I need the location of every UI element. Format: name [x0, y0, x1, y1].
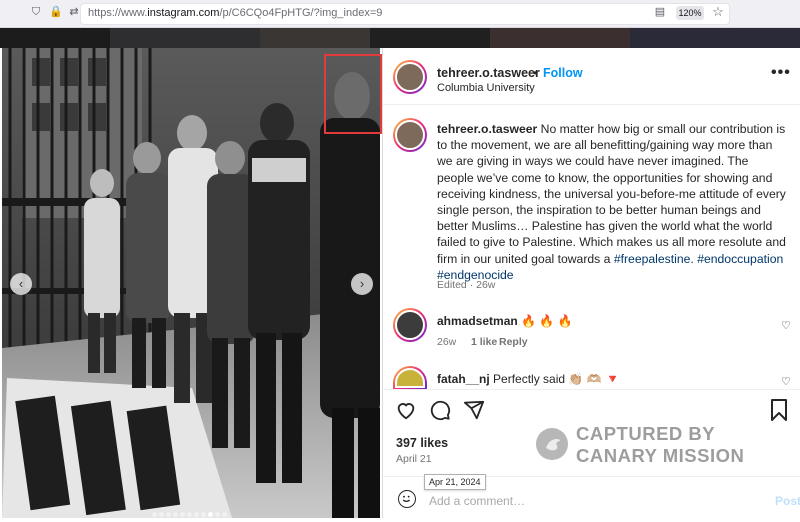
carousel-dot	[215, 512, 220, 517]
carousel-dot	[173, 512, 178, 517]
watermark-line-2: CANARY MISSION	[576, 445, 745, 466]
comment: ahmadsetman 🔥 🔥 🔥	[437, 314, 573, 328]
zoom-level[interactable]: 120%	[676, 6, 704, 20]
background-overlay	[0, 28, 800, 48]
watermark-line-1: CAPTURED BY	[576, 423, 716, 444]
follow-button[interactable]: Follow	[543, 66, 583, 80]
divider	[383, 389, 800, 390]
url-domain: instagram.com	[147, 7, 220, 19]
caption-avatar[interactable]	[393, 118, 427, 152]
like-comment-heart-icon[interactable]: ♡	[781, 375, 791, 388]
caption-text: No matter how big or small our contribut…	[437, 122, 786, 266]
carousel-dot	[159, 512, 164, 517]
comment: fatah__nj Perfectly said 👏🏼 🫶🏼 🔻	[437, 372, 620, 386]
comment-age: 26w	[437, 336, 457, 348]
commenter-avatar[interactable]	[393, 308, 427, 342]
carousel-indicator	[152, 504, 229, 517]
shield-icon[interactable]: ⛉	[30, 6, 42, 18]
reply-button[interactable]: Reply	[499, 336, 528, 348]
comment-likes[interactable]: 1 like	[471, 336, 497, 348]
carousel-dot	[152, 512, 157, 517]
carousel-dot	[201, 512, 206, 517]
hashtag-link[interactable]: #freepalestine	[614, 252, 691, 266]
caption-meta: Edited · 26w	[437, 279, 496, 291]
carousel-dot	[166, 512, 171, 517]
carousel-dot-active	[208, 512, 213, 517]
carousel-dot	[194, 512, 199, 517]
reader-view-icon[interactable]: ▤	[654, 6, 666, 18]
caption: tehreer.o.tasweer No matter how big or s…	[437, 121, 787, 283]
author-username[interactable]: tehreer.o.tasweer	[437, 66, 540, 80]
comment-username[interactable]: ahmadsetman	[437, 314, 518, 328]
share-icon[interactable]	[463, 398, 485, 422]
post-details-panel: tehreer.o.tasweer • Follow Columbia Univ…	[382, 48, 800, 518]
comment-text: 🔥 🔥 🔥	[521, 314, 573, 328]
previous-image-button[interactable]: ‹	[10, 273, 32, 295]
comment-icon[interactable]	[429, 398, 451, 422]
separator-dot: •	[533, 66, 538, 80]
divider	[383, 104, 800, 105]
canary-logo-icon	[536, 428, 568, 460]
permissions-icon[interactable]: ⇄	[68, 6, 80, 18]
comment-text: Perfectly said 👏🏼 🫶🏼 🔻	[493, 372, 620, 386]
author-avatar[interactable]	[393, 60, 427, 94]
like-comment-heart-icon[interactable]: ♡	[781, 319, 791, 332]
post-comment-button[interactable]: Post	[775, 494, 800, 508]
add-comment-input[interactable]: Add a comment…	[429, 494, 525, 508]
date-tooltip: Apr 21, 2024	[424, 474, 486, 490]
url-path: /p/C6CQo4FpHTG/?img_index=9	[219, 7, 383, 19]
browser-toolbar: ⛉ 🔒 ⇄ https://www.instagram.com/p/C6CQo4…	[0, 0, 800, 28]
url-prefix: https://www.	[88, 7, 148, 19]
url-text[interactable]: https://www.instagram.com/p/C6CQo4FpHTG/…	[88, 7, 382, 19]
bookmark-star-icon[interactable]: ☆	[712, 5, 724, 18]
post-date[interactable]: April 21	[396, 453, 432, 465]
highlight-box	[324, 54, 382, 134]
save-bookmark-icon[interactable]	[769, 398, 789, 422]
lock-icon[interactable]: 🔒	[49, 6, 63, 18]
more-options-icon[interactable]: •••	[771, 64, 791, 82]
comment-username[interactable]: fatah__nj	[437, 372, 490, 386]
next-image-button[interactable]: ›	[351, 273, 373, 295]
caption-username[interactable]: tehreer.o.tasweer	[437, 122, 537, 136]
carousel-dot	[222, 512, 227, 517]
watermark: CAPTURED BY CANARY MISSION	[536, 423, 756, 467]
carousel-dot	[187, 512, 192, 517]
carousel-dot	[180, 512, 185, 517]
like-heart-icon[interactable]	[395, 398, 417, 422]
commenter-avatar[interactable]	[393, 366, 427, 390]
likes-count[interactable]: 397 likes	[396, 436, 448, 450]
emoji-picker-icon[interactable]	[398, 490, 416, 508]
location-link[interactable]: Columbia University	[437, 82, 535, 94]
hashtag-link[interactable]: #endoccupation	[697, 252, 783, 266]
